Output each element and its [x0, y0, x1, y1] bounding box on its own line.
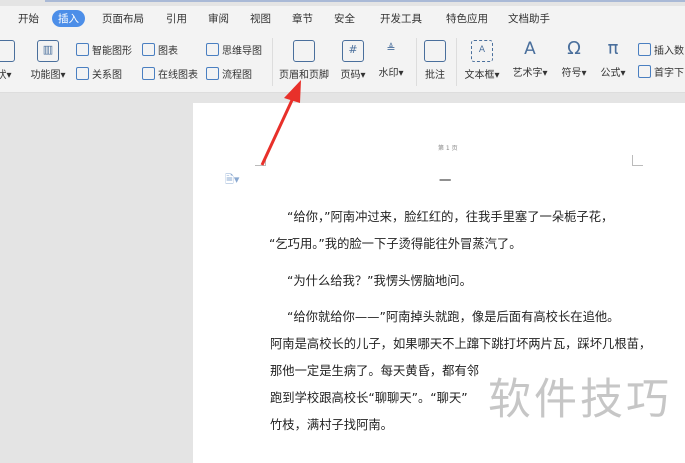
red-arrow-annotation	[260, 80, 301, 166]
